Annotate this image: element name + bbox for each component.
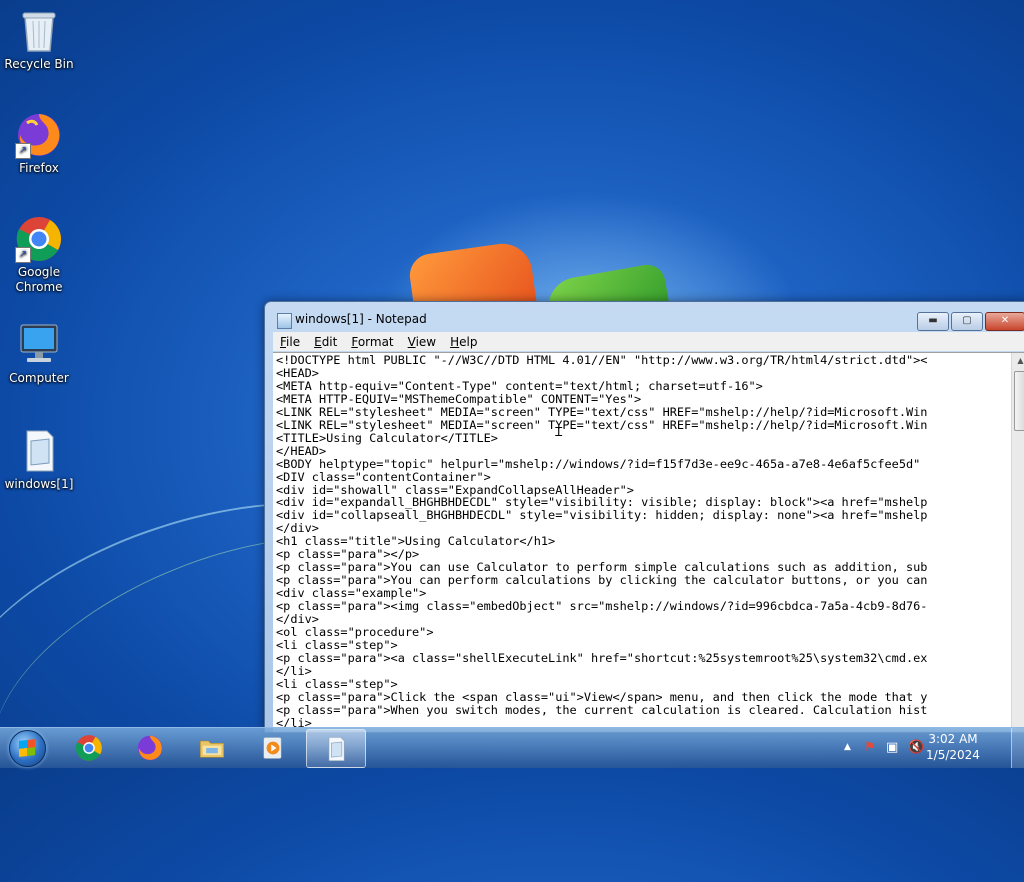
network-icon[interactable]: ▣ xyxy=(886,740,898,755)
desktop-icon-firefox[interactable]: ↗ Firefox xyxy=(1,111,77,176)
chrome-icon: ↗ xyxy=(15,215,63,263)
taskbar-item-explorer[interactable] xyxy=(183,729,241,766)
text-editor[interactable]: <!DOCTYPE html PUBLIC "-//W3C//DTD HTML … xyxy=(273,352,1024,732)
computer-icon xyxy=(15,321,63,369)
editor-line: <LINK REL="stylesheet" MEDIA="screen" TY… xyxy=(276,417,928,432)
taskbar-item-media-player[interactable] xyxy=(244,729,302,766)
action-center-flag-icon[interactable]: ⚑ xyxy=(864,740,876,755)
scroll-up-arrow-icon[interactable]: ▲ xyxy=(1012,353,1024,369)
text-file-icon xyxy=(15,427,63,475)
editor-line: <BODY helptype="topic" helpurl="mshelp:/… xyxy=(276,456,921,471)
desktop-icon-label: Recycle Bin xyxy=(4,57,74,71)
menu-view[interactable]: View xyxy=(401,335,443,349)
editor-content[interactable]: <!DOCTYPE html PUBLIC "-//W3C//DTD HTML … xyxy=(276,354,1007,732)
menu-file[interactable]: File xyxy=(273,335,307,349)
start-button[interactable] xyxy=(2,728,54,768)
close-button[interactable]: ✕ xyxy=(985,312,1024,331)
chrome-icon xyxy=(74,734,104,762)
firefox-icon: ↗ xyxy=(15,111,63,159)
taskbar: ▲ ⚑ ▣ 🔇 3:02 AM 1/5/2024 xyxy=(0,727,1024,768)
taskbar-item-notepad[interactable] xyxy=(306,729,366,768)
clock-time: 3:02 AM xyxy=(928,732,978,746)
editor-line: <p class="para">Click the <span class="u… xyxy=(276,689,928,704)
window-title: windows[1] - Notepad xyxy=(295,312,427,326)
desktop-icon-label: Firefox xyxy=(19,161,59,175)
desktop-icon-recycle-bin[interactable]: Recycle Bin xyxy=(1,7,77,72)
editor-line: <div id="collapseall_BHGHBHDECDL" style=… xyxy=(276,508,928,523)
editor-line: <META HTTP-EQUIV="MSThemeCompatible" CON… xyxy=(276,391,642,406)
system-tray: ▲ ⚑ ▣ 🔇 3:02 AM 1/5/2024 xyxy=(834,728,1024,768)
editor-line: <li class="step"> xyxy=(276,637,398,652)
text-cursor-icon: Ꮖ xyxy=(555,425,563,439)
editor-line: </li> xyxy=(276,663,312,678)
scroll-thumb[interactable] xyxy=(1014,371,1024,431)
desktop-icon-label: Computer xyxy=(9,371,69,385)
editor-line: <TITLE>Using Calculator</TITLE> xyxy=(276,430,498,445)
title-bar[interactable]: windows[1] - Notepad ▬ ▢ ✕ xyxy=(265,302,1024,332)
desktop-icon-computer[interactable]: Computer xyxy=(1,321,77,386)
notepad-icon xyxy=(277,313,292,329)
clock[interactable]: 3:02 AM 1/5/2024 xyxy=(918,731,988,763)
shortcut-arrow-icon: ↗ xyxy=(15,247,31,263)
windows-logo-icon xyxy=(19,739,35,757)
maximize-button[interactable]: ▢ xyxy=(951,312,983,331)
editor-line: <!DOCTYPE html PUBLIC "-//W3C//DTD HTML … xyxy=(276,354,928,367)
shortcut-arrow-icon: ↗ xyxy=(15,143,31,159)
menu-bar: File Edit Format View Help xyxy=(273,332,1024,351)
taskbar-item-chrome[interactable] xyxy=(60,729,118,766)
editor-line: </HEAD> xyxy=(276,443,327,458)
desktop-icon-windows1[interactable]: windows[1] xyxy=(1,427,77,492)
editor-line: <p class="para"><img class="embedObject"… xyxy=(276,599,928,614)
editor-line: <META http-equiv="Content-Type" content=… xyxy=(276,378,763,393)
firefox-icon xyxy=(135,734,165,762)
show-desktop-button[interactable] xyxy=(1011,728,1024,768)
file-explorer-icon xyxy=(197,734,227,762)
minimize-button[interactable]: ▬ xyxy=(917,312,949,331)
show-hidden-icons-chevron-icon[interactable]: ▲ xyxy=(844,742,851,752)
editor-line: <LINK REL="stylesheet" MEDIA="screen" TY… xyxy=(276,404,928,419)
taskbar-item-firefox[interactable] xyxy=(121,729,179,766)
desktop-icon-label: Google Chrome xyxy=(15,265,63,294)
clock-date: 1/5/2024 xyxy=(926,748,980,762)
editor-line: <p class="para">When you switch modes, t… xyxy=(276,702,928,717)
desktop-icon-label: windows[1] xyxy=(4,477,74,491)
editor-line: <DIV class="contentContainer"> xyxy=(276,469,491,484)
notepad-icon xyxy=(321,735,351,763)
vertical-scrollbar[interactable]: ▲ xyxy=(1011,353,1024,732)
menu-format[interactable]: Format xyxy=(344,335,400,349)
editor-line: <li class="step"> xyxy=(276,676,398,691)
media-player-icon xyxy=(258,734,288,762)
notepad-window[interactable]: windows[1] - Notepad ▬ ▢ ✕ File Edit For… xyxy=(264,301,1024,733)
desktop-icon-chrome[interactable]: ↗ Google Chrome xyxy=(1,215,77,295)
menu-help[interactable]: Help xyxy=(443,335,484,349)
editor-line: <HEAD> xyxy=(276,365,319,380)
recycle-bin-icon xyxy=(15,7,63,55)
menu-edit[interactable]: Edit xyxy=(307,335,344,349)
editor-line: <p class="para"><a class="shellExecuteLi… xyxy=(276,650,928,665)
